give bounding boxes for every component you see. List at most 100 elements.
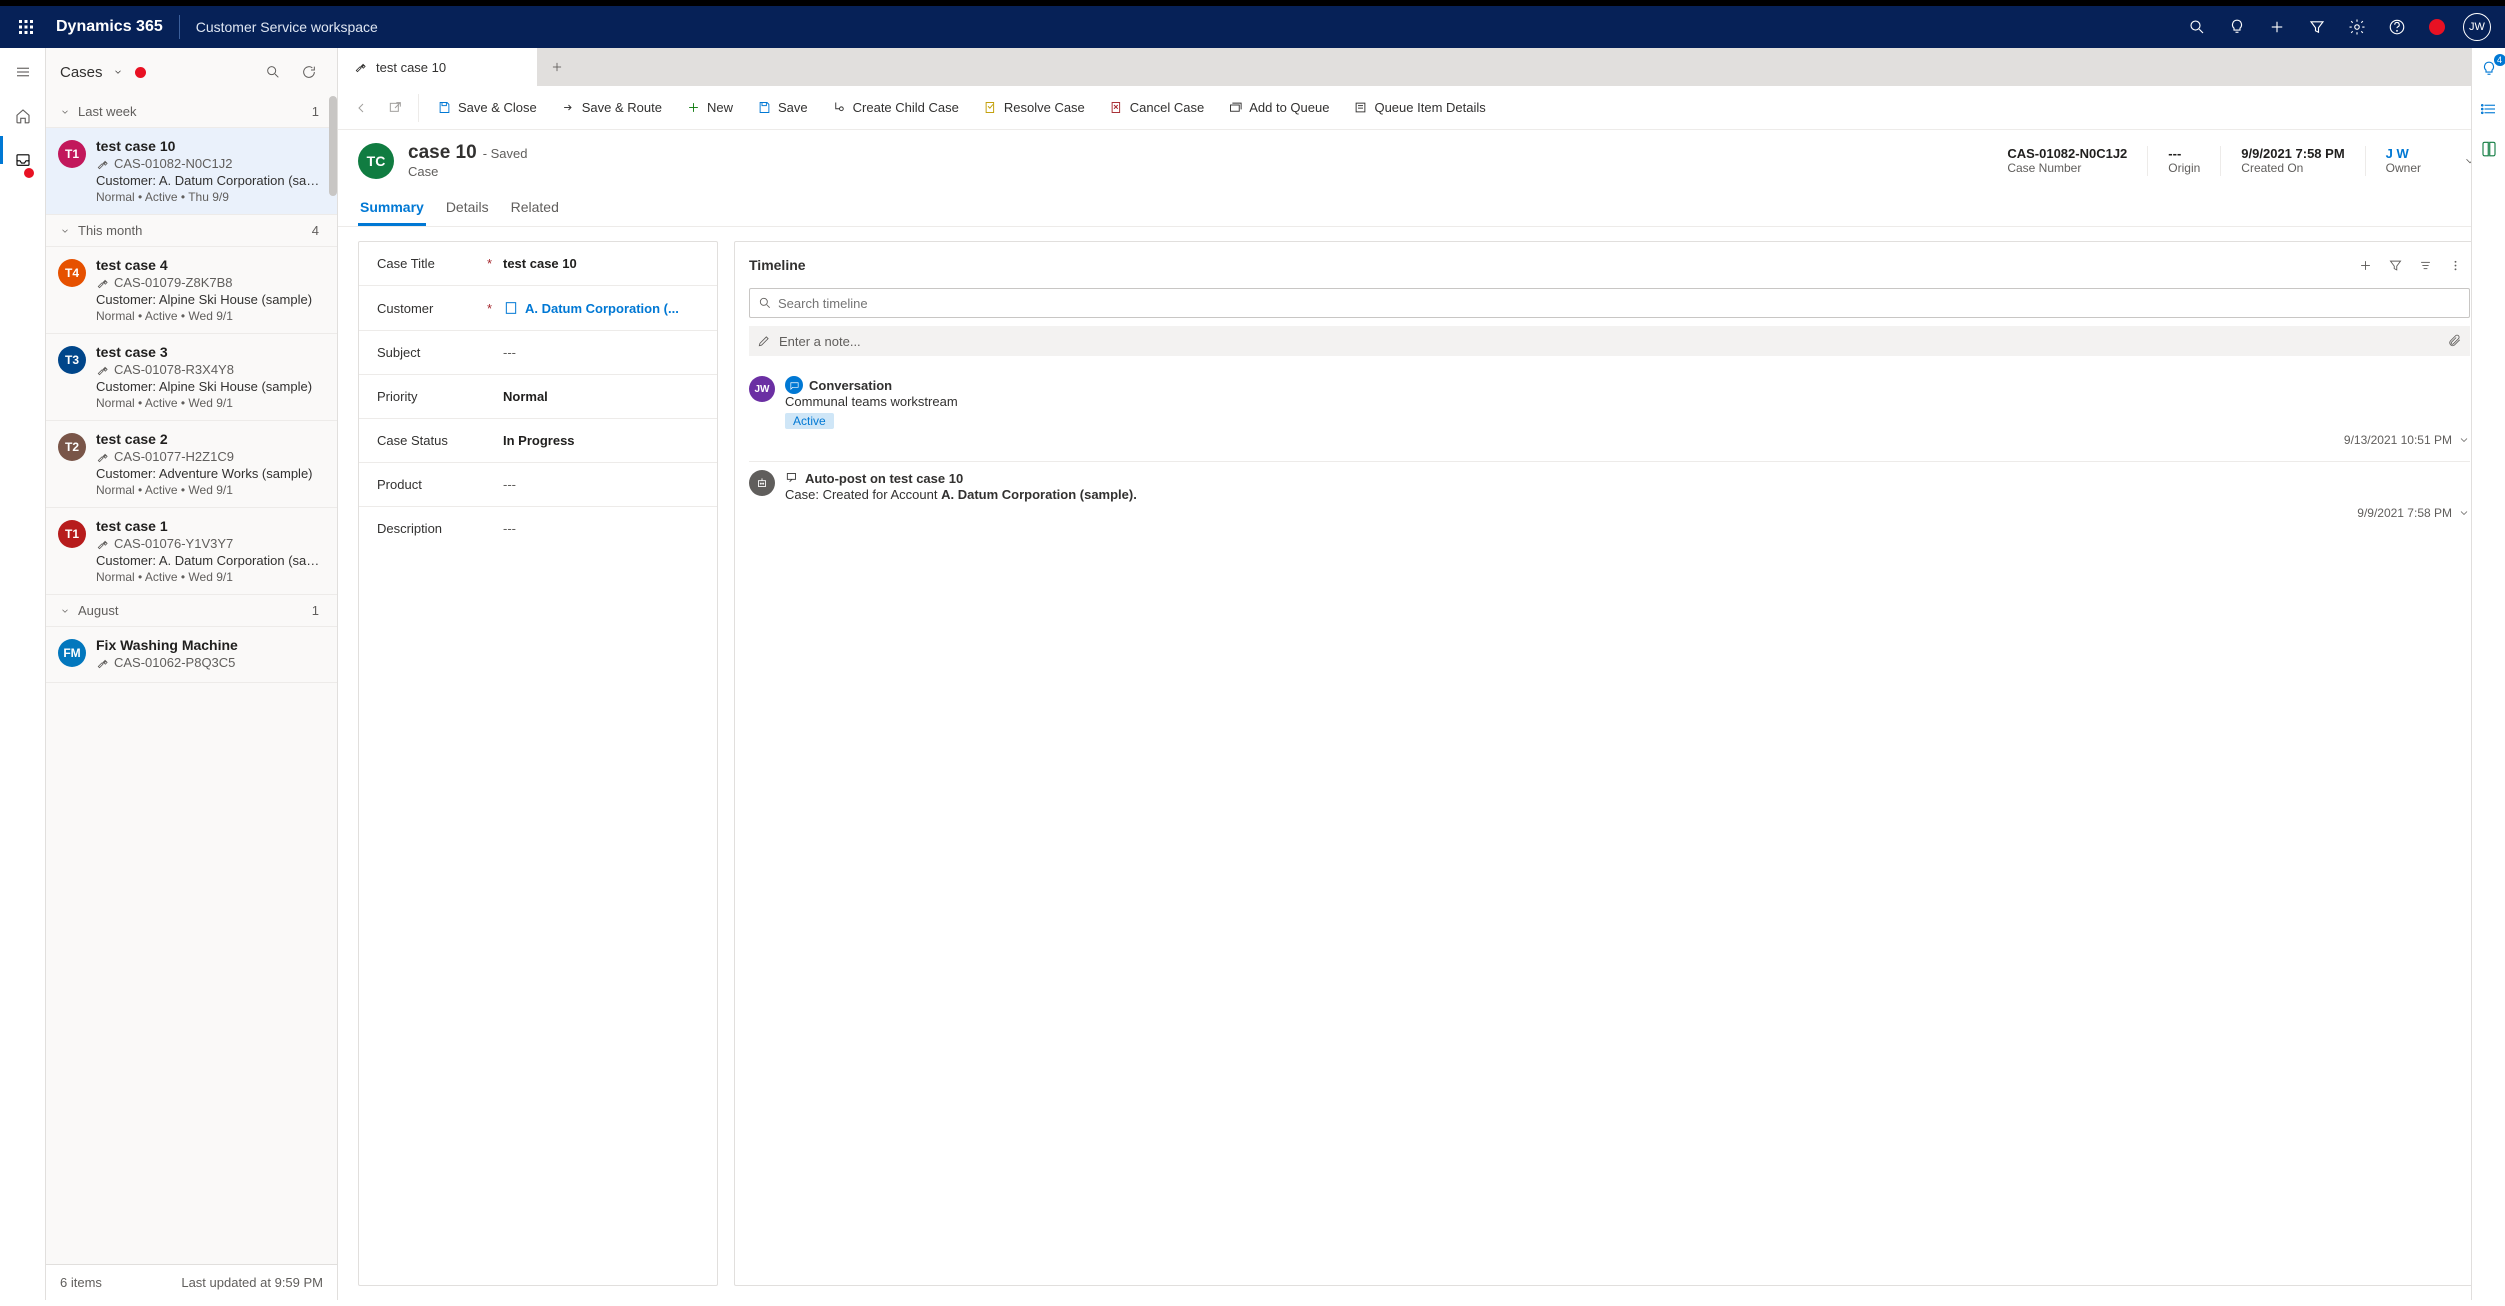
case-item[interactable]: T4 test case 4 CAS-01079-Z8K7B8 Customer… bbox=[46, 247, 337, 334]
plus-icon bbox=[686, 100, 701, 115]
save-button[interactable]: Save bbox=[747, 92, 818, 124]
inbox-button[interactable] bbox=[5, 142, 41, 178]
form-row-case-status[interactable]: Case Status In Progress bbox=[359, 419, 717, 463]
form-row-subject[interactable]: Subject --- bbox=[359, 331, 717, 375]
case-item[interactable]: T3 test case 3 CAS-01078-R3X4Y8 Customer… bbox=[46, 334, 337, 421]
knowledge-button[interactable] bbox=[2474, 134, 2504, 164]
chevron-down-icon[interactable] bbox=[2458, 507, 2470, 519]
save-route-button[interactable]: Save & Route bbox=[551, 92, 672, 124]
tab-details[interactable]: Details bbox=[444, 191, 491, 226]
case-list-footer: 6 items Last updated at 9:59 PM bbox=[46, 1264, 337, 1300]
case-number: CAS-01078-R3X4Y8 bbox=[114, 362, 234, 377]
wrench-icon bbox=[96, 450, 110, 464]
record-title: case 10 bbox=[408, 142, 477, 164]
timeline-search-input[interactable] bbox=[778, 296, 2461, 311]
panel-title[interactable]: Cases bbox=[60, 64, 103, 81]
settings-button[interactable] bbox=[2337, 3, 2377, 51]
case-number: CAS-01079-Z8K7B8 bbox=[114, 275, 233, 290]
form-row-case-title[interactable]: Case Title * test case 10 bbox=[359, 242, 717, 286]
child-icon bbox=[832, 100, 847, 115]
case-title: Fix Washing Machine bbox=[96, 637, 325, 653]
resolve-case-button[interactable]: Resolve Case bbox=[973, 92, 1095, 124]
group-label: August bbox=[78, 603, 118, 618]
record-header: TC case 10 - Saved Case CAS-01082-N0C1J2… bbox=[338, 130, 2505, 183]
form-row-customer[interactable]: Customer * A. Datum Corporation (... bbox=[359, 286, 717, 331]
cancel-icon bbox=[1109, 100, 1124, 115]
case-meta: Normal • Active • Thu 9/9 bbox=[96, 190, 325, 204]
timeline-note-box[interactable]: Enter a note... bbox=[749, 326, 2470, 356]
filter-button[interactable] bbox=[2297, 3, 2337, 51]
timeline-item[interactable]: Auto-post on test case 10 Case: Created … bbox=[749, 462, 2470, 534]
attachment-icon[interactable] bbox=[2448, 334, 2462, 348]
timeline-card: Timeline Enter a note... bbox=[734, 241, 2485, 1286]
chevron-down-icon[interactable] bbox=[2458, 434, 2470, 446]
command-bar: Save & Close Save & Route New Save Creat… bbox=[338, 86, 2505, 130]
meta-created-label: Created On bbox=[2241, 161, 2344, 175]
list-icon bbox=[2480, 100, 2498, 118]
case-customer: Customer: Alpine Ski House (sample) bbox=[96, 292, 325, 307]
tab-summary[interactable]: Summary bbox=[358, 191, 426, 226]
add-button[interactable] bbox=[2257, 3, 2297, 51]
group-count: 1 bbox=[312, 603, 323, 618]
new-tab-button[interactable] bbox=[538, 48, 576, 86]
timeline-overflow-button[interactable] bbox=[2440, 250, 2470, 280]
open-new-window-button[interactable] bbox=[380, 93, 410, 123]
menu-toggle-button[interactable] bbox=[5, 54, 41, 90]
panel-search-button[interactable] bbox=[259, 58, 287, 86]
tab-related[interactable]: Related bbox=[509, 191, 561, 226]
chevron-down-icon[interactable] bbox=[113, 67, 123, 77]
assistant-button[interactable] bbox=[2217, 3, 2257, 51]
case-item[interactable]: T2 test case 2 CAS-01077-H2Z1C9 Customer… bbox=[46, 421, 337, 508]
refresh-icon bbox=[301, 64, 317, 80]
case-list-panel: Cases Last week 1 T1 test case 10 CAS-01… bbox=[46, 48, 338, 1300]
save-close-button[interactable]: Save & Close bbox=[427, 92, 547, 124]
form-row-product[interactable]: Product --- bbox=[359, 463, 717, 507]
form-row-priority[interactable]: Priority Normal bbox=[359, 375, 717, 419]
case-customer: Customer: A. Datum Corporation (sampl... bbox=[96, 553, 325, 568]
presence-indicator[interactable] bbox=[2417, 3, 2457, 51]
inbox-icon bbox=[14, 151, 32, 169]
notification-dot bbox=[24, 168, 34, 178]
cancel-case-button[interactable]: Cancel Case bbox=[1099, 92, 1214, 124]
record-badge: TC bbox=[358, 143, 394, 179]
timeline-avatar: JW bbox=[749, 376, 775, 402]
session-tab[interactable]: test case 10 bbox=[338, 48, 538, 86]
case-item[interactable]: T1 test case 1 CAS-01076-Y1V3Y7 Customer… bbox=[46, 508, 337, 595]
app-launcher-button[interactable] bbox=[8, 19, 44, 35]
create-child-case-button[interactable]: Create Child Case bbox=[822, 92, 969, 124]
case-list-scroll[interactable]: Last week 1 T1 test case 10 CAS-01082-N0… bbox=[46, 96, 337, 1264]
resolve-icon bbox=[983, 100, 998, 115]
back-button[interactable] bbox=[346, 93, 376, 123]
conversation-icon bbox=[785, 376, 803, 394]
timeline-item[interactable]: JW Conversation Communal teams workstrea… bbox=[749, 368, 2470, 462]
timeline-search-box[interactable] bbox=[749, 288, 2470, 318]
meta-owner-value[interactable]: J W bbox=[2386, 146, 2421, 161]
scrollbar[interactable] bbox=[329, 96, 337, 196]
timeline-add-button[interactable] bbox=[2350, 250, 2380, 280]
home-button[interactable] bbox=[5, 98, 41, 134]
help-button[interactable] bbox=[2377, 3, 2417, 51]
group-header-this-month[interactable]: This month 4 bbox=[46, 215, 337, 247]
case-item[interactable]: FM Fix Washing Machine CAS-01062-P8Q3C5 bbox=[46, 627, 337, 683]
wrench-icon bbox=[354, 60, 368, 74]
timeline-filter-button[interactable] bbox=[2380, 250, 2410, 280]
home-icon bbox=[14, 107, 32, 125]
panel-refresh-button[interactable] bbox=[295, 58, 323, 86]
case-item[interactable]: T1 test case 10 CAS-01082-N0C1J2 Custome… bbox=[46, 128, 337, 215]
smart-assist-button[interactable]: 4 bbox=[2474, 54, 2504, 84]
case-number: CAS-01077-H2Z1C9 bbox=[114, 449, 234, 464]
add-to-queue-button[interactable]: Add to Queue bbox=[1218, 92, 1339, 124]
wrench-icon bbox=[96, 363, 110, 377]
queue-item-details-button[interactable]: Queue Item Details bbox=[1343, 92, 1495, 124]
group-header-august[interactable]: August 1 bbox=[46, 595, 337, 627]
form-row-description[interactable]: Description --- bbox=[359, 507, 717, 550]
group-header-last-week[interactable]: Last week 1 bbox=[46, 96, 337, 128]
user-menu-button[interactable]: JW bbox=[2457, 3, 2497, 51]
meta-origin-value: --- bbox=[2168, 146, 2200, 161]
timeline-sort-button[interactable] bbox=[2410, 250, 2440, 280]
search-button[interactable] bbox=[2177, 3, 2217, 51]
case-badge: T1 bbox=[58, 520, 86, 548]
new-button[interactable]: New bbox=[676, 92, 743, 124]
case-title: test case 3 bbox=[96, 344, 325, 360]
agent-scripts-button[interactable] bbox=[2474, 94, 2504, 124]
